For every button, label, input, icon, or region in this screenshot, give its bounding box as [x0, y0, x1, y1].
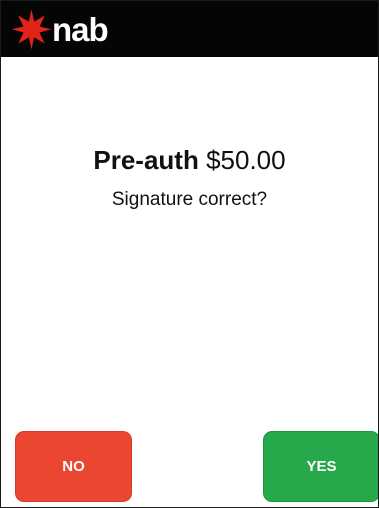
no-button-label: NO [62, 458, 85, 475]
transaction-type: Pre-auth [93, 145, 199, 175]
nab-star-icon [11, 9, 52, 50]
header-bar: nab [1, 1, 378, 57]
brand-name: nab [52, 11, 109, 48]
yes-button[interactable]: YES [263, 431, 378, 502]
nab-logo: nab [10, 7, 109, 51]
transaction-amount-line: Pre-auth $50.00 [1, 144, 378, 176]
no-button[interactable]: NO [15, 431, 132, 502]
terminal-screen: nab Pre-auth $50.00 Signature correct? N… [0, 0, 379, 508]
transaction-amount: $50.00 [206, 145, 286, 175]
signature-question: Signature correct? [111, 189, 268, 210]
yes-button-label: YES [306, 458, 337, 475]
